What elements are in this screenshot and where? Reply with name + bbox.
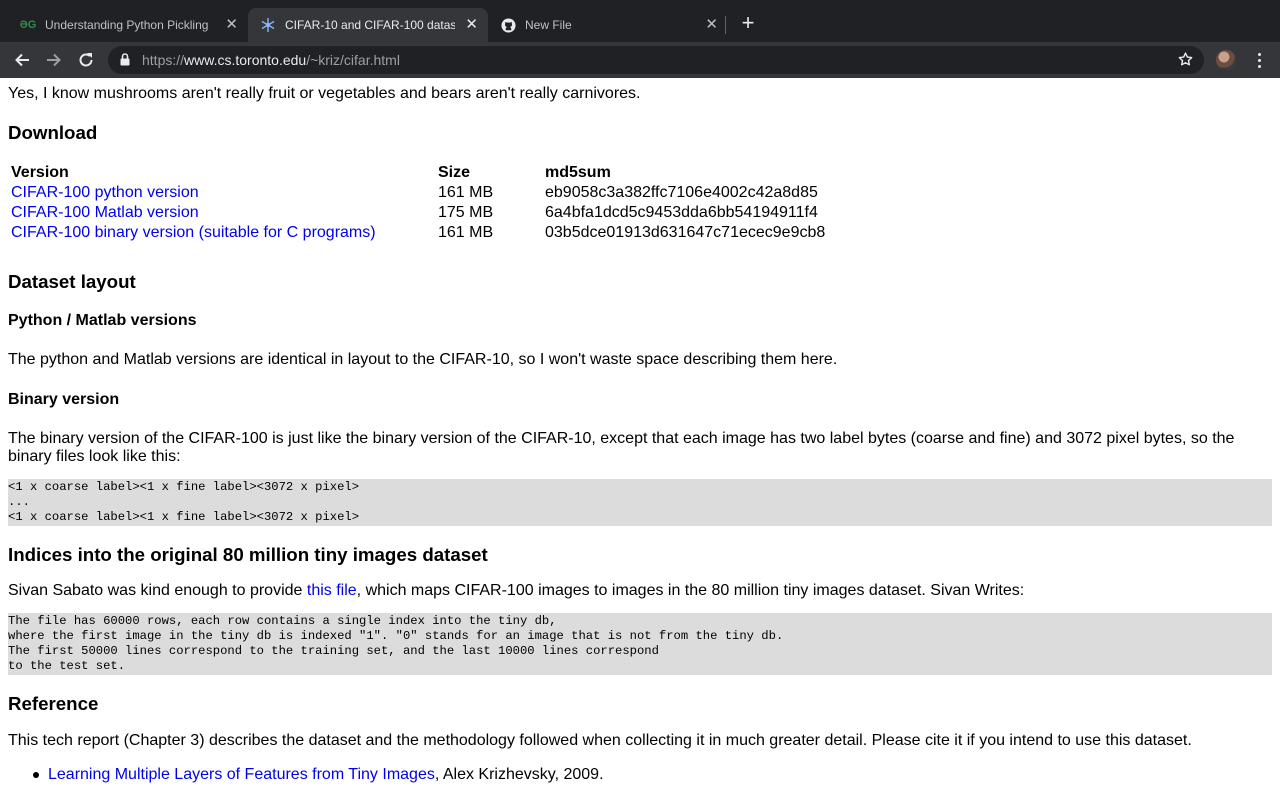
intro-text: Yes, I know mushrooms aren't really frui… <box>8 85 641 102</box>
bookmark-star-icon[interactable] <box>1177 51 1194 73</box>
table-header-row: Version Size md5sum <box>11 164 825 182</box>
indices-text-before: Sivan Sabato was kind enough to provide <box>8 582 307 599</box>
sivan-quote-code: The file has 60000 rows, each row contai… <box>8 613 1272 675</box>
dataset-layout-heading: Dataset layout <box>8 271 136 292</box>
tab-title: New File <box>525 18 572 32</box>
github-icon <box>500 17 516 33</box>
python-matlab-text: The python and Matlab versions are ident… <box>8 351 838 368</box>
matlab-version-link[interactable]: CIFAR-100 Matlab version <box>11 204 199 221</box>
url-host: www.cs.toronto.edu <box>184 52 307 68</box>
size-cell: 161 MB <box>438 184 494 201</box>
tab-title: Understanding Python Pickling <box>45 18 209 32</box>
binary-version-text: The binary version of the CIFAR-100 is j… <box>8 430 1235 465</box>
tab-cifar[interactable]: CIFAR-10 and CIFAR-100 datas ✕ <box>248 8 488 42</box>
back-arrow-icon[interactable] <box>11 49 33 71</box>
list-bullet <box>33 772 39 778</box>
forward-arrow-icon[interactable] <box>43 49 65 71</box>
geeksforgeeks-icon: ƏG <box>19 19 37 31</box>
address-bar[interactable]: https://www.cs.toronto.edu/~kriz/cifar.h… <box>108 46 1204 74</box>
column-header: Version <box>11 164 69 181</box>
python-version-link[interactable]: CIFAR-100 python version <box>11 184 199 201</box>
browser-toolbar: https://www.cs.toronto.edu/~kriz/cifar.h… <box>0 42 1280 78</box>
url-path: /~kriz/cifar.html <box>306 52 400 68</box>
reference-list-item: Learning Multiple Layers of Features fro… <box>48 766 604 784</box>
tab-new-file[interactable]: New File ✕ <box>488 8 728 42</box>
reference-text: This tech report (Chapter 3) describes t… <box>8 732 1192 749</box>
size-cell: 161 MB <box>438 224 494 241</box>
close-icon[interactable]: ✕ <box>225 17 238 33</box>
close-icon[interactable]: ✕ <box>465 17 478 33</box>
reference-heading: Reference <box>8 693 99 714</box>
size-cell: 175 MB <box>438 204 494 221</box>
menu-dots-icon[interactable] <box>1250 50 1268 70</box>
reload-icon[interactable] <box>75 49 97 71</box>
binary-version-heading: Binary version <box>8 391 120 408</box>
python-matlab-heading: Python / Matlab versions <box>8 312 197 329</box>
profile-avatar[interactable] <box>1216 50 1236 70</box>
indices-text: Sivan Sabato was kind enough to provide … <box>8 582 1024 600</box>
md5-cell: 6a4bfa1dcd5c9453dda6bb54194911f4 <box>545 204 818 221</box>
page-content: Yes, I know mushrooms aren't really frui… <box>0 78 1280 800</box>
table-row: CIFAR-100 Matlab version 175 MB 6a4bfa1d… <box>11 204 825 222</box>
lock-icon <box>120 53 130 71</box>
tab-separator <box>725 16 726 34</box>
snowflake-icon <box>260 17 276 33</box>
md5-cell: eb9058c3a382ffc7106e4002c42a8d85 <box>545 184 818 201</box>
indices-heading: Indices into the original 80 million tin… <box>8 544 488 565</box>
column-header: md5sum <box>545 164 611 181</box>
reference-author-year: , Alex Krizhevsky, 2009. <box>434 766 604 783</box>
download-heading: Download <box>8 122 98 143</box>
this-file-link[interactable]: this file <box>307 582 357 599</box>
url-text: https://www.cs.toronto.edu/~kriz/cifar.h… <box>142 52 400 68</box>
tech-report-link[interactable]: Learning Multiple Layers of Features fro… <box>48 766 435 783</box>
column-header: Size <box>438 164 471 181</box>
url-scheme: https:// <box>142 52 185 68</box>
tab-python-pickling[interactable]: ƏG Understanding Python Pickling ✕ <box>8 8 248 42</box>
md5-cell: 03b5dce01913d631647c71ecec9e9cb8 <box>545 224 826 241</box>
table-row: CIFAR-100 python version 161 MB eb9058c3… <box>11 184 825 202</box>
tab-title: CIFAR-10 and CIFAR-100 datas <box>285 18 455 32</box>
table-row: CIFAR-100 binary version (suitable for C… <box>11 224 825 242</box>
binary-format-code: <1 x coarse label><1 x fine label><3072 … <box>8 479 1272 526</box>
new-tab-button[interactable]: + <box>738 12 758 34</box>
binary-version-link[interactable]: CIFAR-100 binary version (suitable for C… <box>11 224 376 241</box>
download-table: Version Size md5sum CIFAR-100 python ver… <box>8 162 828 244</box>
indices-text-after: , which maps CIFAR-100 images to images … <box>356 582 1025 599</box>
tab-bar: ƏG Understanding Python Pickling ✕ CIFAR… <box>0 0 1280 42</box>
close-icon[interactable]: ✕ <box>705 17 718 33</box>
